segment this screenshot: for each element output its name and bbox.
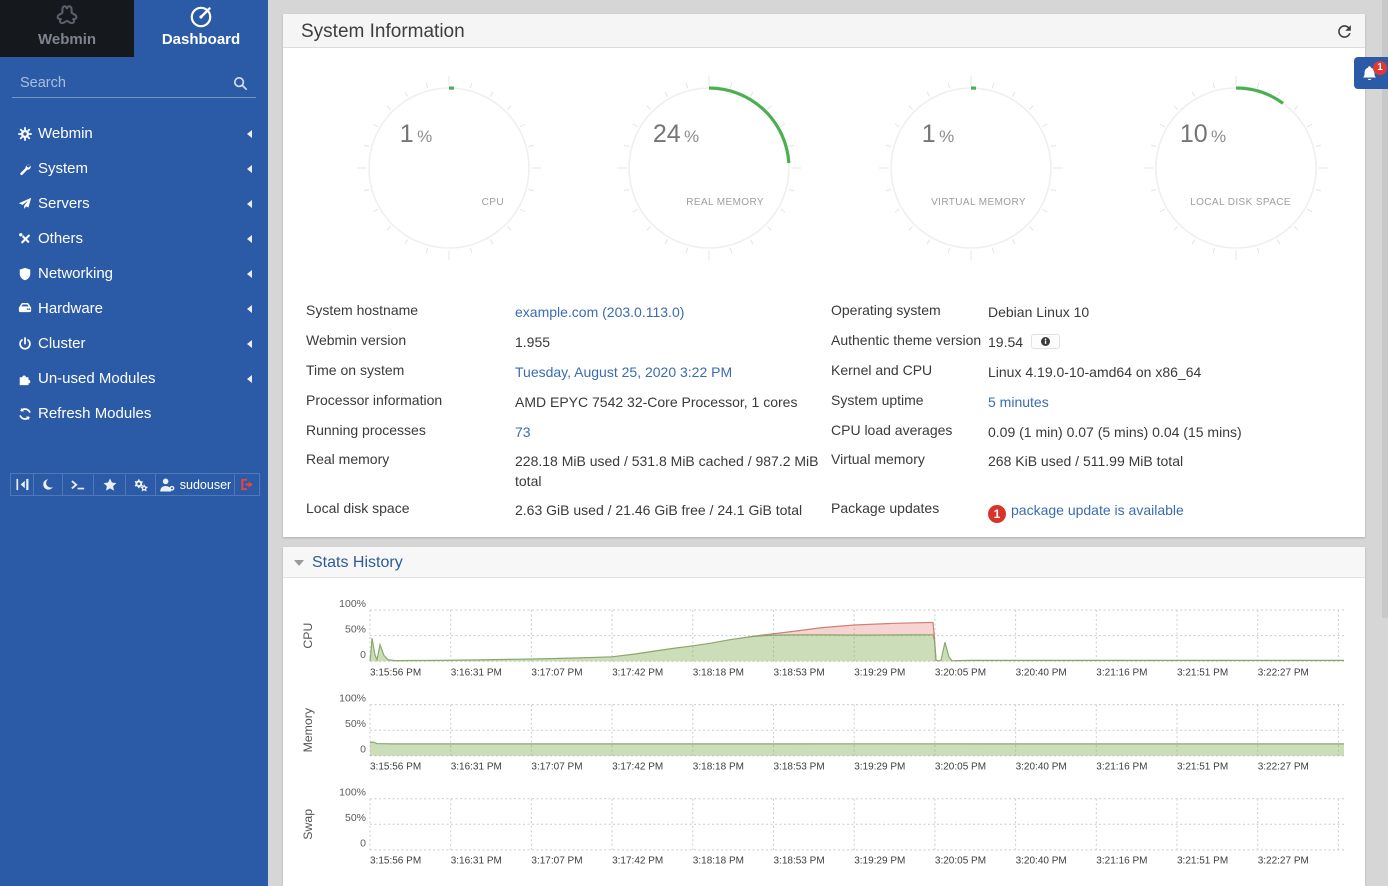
svg-text:3:15:56 PM: 3:15:56 PM bbox=[370, 762, 421, 773]
svg-text:3:22:27 PM: 3:22:27 PM bbox=[1258, 762, 1309, 773]
svg-text:3:15:56 PM: 3:15:56 PM bbox=[370, 856, 421, 867]
svg-text:3:17:07 PM: 3:17:07 PM bbox=[531, 762, 582, 773]
svg-text:3:15:56 PM: 3:15:56 PM bbox=[370, 668, 421, 679]
svg-text:3:16:31 PM: 3:16:31 PM bbox=[451, 668, 502, 679]
svg-text:3:20:05 PM: 3:20:05 PM bbox=[935, 762, 986, 773]
svg-text:0: 0 bbox=[360, 838, 366, 850]
svg-text:3:18:18 PM: 3:18:18 PM bbox=[693, 668, 744, 679]
svg-text:50%: 50% bbox=[345, 623, 366, 635]
svg-text:3:19:29 PM: 3:19:29 PM bbox=[854, 668, 905, 679]
svg-text:3:21:51 PM: 3:21:51 PM bbox=[1177, 668, 1228, 679]
svg-text:3:20:40 PM: 3:20:40 PM bbox=[1016, 856, 1067, 867]
svg-text:0: 0 bbox=[360, 649, 366, 661]
svg-text:3:19:29 PM: 3:19:29 PM bbox=[854, 762, 905, 773]
svg-text:3:16:31 PM: 3:16:31 PM bbox=[451, 762, 502, 773]
svg-text:3:19:29 PM: 3:19:29 PM bbox=[854, 856, 905, 867]
svg-text:3:18:53 PM: 3:18:53 PM bbox=[774, 762, 825, 773]
svg-text:3:22:27 PM: 3:22:27 PM bbox=[1258, 668, 1309, 679]
svg-text:0: 0 bbox=[360, 744, 366, 756]
svg-text:3:22:27 PM: 3:22:27 PM bbox=[1258, 856, 1309, 867]
svg-text:3:16:31 PM: 3:16:31 PM bbox=[451, 856, 502, 867]
svg-text:3:17:42 PM: 3:17:42 PM bbox=[612, 762, 663, 773]
svg-text:3:17:07 PM: 3:17:07 PM bbox=[531, 856, 582, 867]
svg-text:CPU: CPU bbox=[301, 623, 315, 649]
svg-text:100%: 100% bbox=[339, 692, 366, 704]
svg-text:3:20:05 PM: 3:20:05 PM bbox=[935, 856, 986, 867]
svg-text:3:20:40 PM: 3:20:40 PM bbox=[1016, 762, 1067, 773]
svg-text:3:21:16 PM: 3:21:16 PM bbox=[1096, 668, 1147, 679]
svg-text:3:20:05 PM: 3:20:05 PM bbox=[935, 668, 986, 679]
svg-text:3:18:53 PM: 3:18:53 PM bbox=[774, 668, 825, 679]
svg-text:3:20:40 PM: 3:20:40 PM bbox=[1016, 668, 1067, 679]
svg-text:3:21:51 PM: 3:21:51 PM bbox=[1177, 856, 1228, 867]
svg-text:3:21:16 PM: 3:21:16 PM bbox=[1096, 762, 1147, 773]
svg-text:50%: 50% bbox=[345, 812, 366, 824]
svg-text:Memory: Memory bbox=[301, 707, 315, 752]
svg-text:3:21:51 PM: 3:21:51 PM bbox=[1177, 762, 1228, 773]
svg-text:3:18:18 PM: 3:18:18 PM bbox=[693, 856, 744, 867]
svg-text:3:18:18 PM: 3:18:18 PM bbox=[693, 762, 744, 773]
svg-text:50%: 50% bbox=[345, 718, 366, 730]
svg-text:3:21:16 PM: 3:21:16 PM bbox=[1096, 856, 1147, 867]
svg-text:3:17:07 PM: 3:17:07 PM bbox=[531, 668, 582, 679]
svg-text:Swap: Swap bbox=[301, 809, 315, 840]
svg-text:100%: 100% bbox=[339, 787, 366, 799]
svg-text:100%: 100% bbox=[339, 598, 366, 610]
svg-text:3:17:42 PM: 3:17:42 PM bbox=[612, 856, 663, 867]
svg-text:3:18:53 PM: 3:18:53 PM bbox=[774, 856, 825, 867]
svg-text:3:17:42 PM: 3:17:42 PM bbox=[612, 668, 663, 679]
